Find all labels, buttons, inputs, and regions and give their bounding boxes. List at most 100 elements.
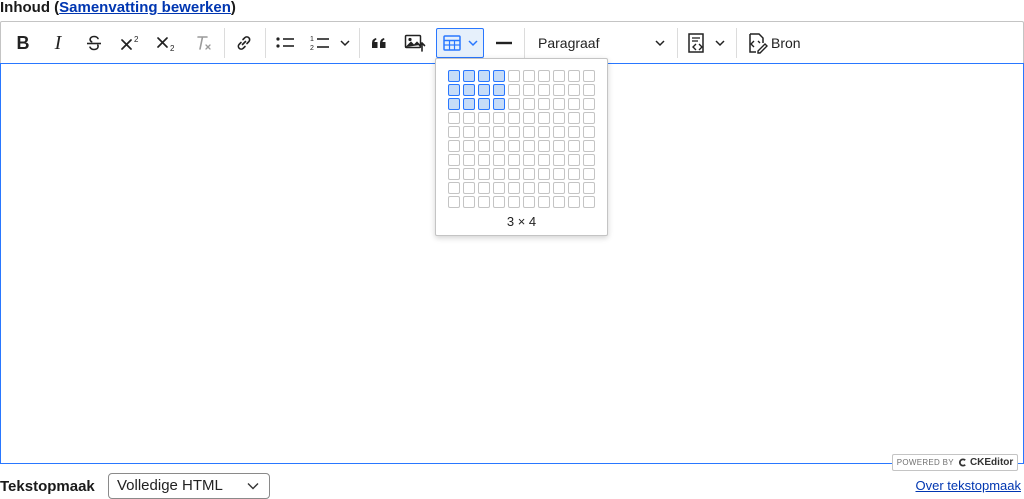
table-grid-cell[interactable] xyxy=(583,182,595,194)
table-grid-cell[interactable] xyxy=(568,182,580,194)
table-grid-cell[interactable] xyxy=(583,168,595,180)
insert-table-button[interactable] xyxy=(436,28,484,58)
table-grid-cell[interactable] xyxy=(478,112,490,124)
table-grid-cell[interactable] xyxy=(538,112,550,124)
table-grid-cell[interactable] xyxy=(523,140,535,152)
table-grid-cell[interactable] xyxy=(568,126,580,138)
table-grid-cell[interactable] xyxy=(583,112,595,124)
table-grid-cell[interactable] xyxy=(508,182,520,194)
table-grid-cell[interactable] xyxy=(568,154,580,166)
table-grid-cell[interactable] xyxy=(568,98,580,110)
table-grid-cell[interactable] xyxy=(523,182,535,194)
table-grid-cell[interactable] xyxy=(478,182,490,194)
table-grid-cell[interactable] xyxy=(553,70,565,82)
table-grid-cell[interactable] xyxy=(538,84,550,96)
table-grid-cell[interactable] xyxy=(448,182,460,194)
link-button[interactable] xyxy=(230,28,258,58)
table-grid-cell[interactable] xyxy=(508,70,520,82)
table-grid-cell[interactable] xyxy=(538,126,550,138)
table-grid-cell[interactable] xyxy=(493,168,505,180)
table-grid-cell[interactable] xyxy=(448,70,460,82)
ckeditor-powered-by[interactable]: POWERED BY CKEditor xyxy=(892,454,1018,471)
source-button[interactable]: Bron xyxy=(743,28,805,58)
table-grid-cell[interactable] xyxy=(463,154,475,166)
table-grid-cell[interactable] xyxy=(508,84,520,96)
italic-button[interactable]: I xyxy=(44,28,72,58)
table-grid-cell[interactable] xyxy=(538,140,550,152)
table-grid-cell[interactable] xyxy=(568,140,580,152)
table-grid-cell[interactable] xyxy=(553,84,565,96)
table-grid-cell[interactable] xyxy=(448,112,460,124)
table-grid-cell[interactable] xyxy=(553,168,565,180)
table-grid-cell[interactable] xyxy=(583,154,595,166)
table-grid-cell[interactable] xyxy=(448,154,460,166)
table-grid-cell[interactable] xyxy=(478,168,490,180)
table-grid-cell[interactable] xyxy=(478,126,490,138)
table-grid-cell[interactable] xyxy=(493,98,505,110)
table-grid-cell[interactable] xyxy=(478,196,490,208)
table-grid-cell[interactable] xyxy=(568,112,580,124)
table-grid-cell[interactable] xyxy=(478,70,490,82)
table-grid-cell[interactable] xyxy=(448,98,460,110)
table-grid-cell[interactable] xyxy=(508,140,520,152)
table-grid-cell[interactable] xyxy=(463,182,475,194)
code-block-button[interactable] xyxy=(683,28,711,58)
table-grid-cell[interactable] xyxy=(538,182,550,194)
table-grid-cell[interactable] xyxy=(478,84,490,96)
table-grid-cell[interactable] xyxy=(553,154,565,166)
table-grid-cell[interactable] xyxy=(508,168,520,180)
bulleted-list-button[interactable] xyxy=(271,28,299,58)
table-grid-cell[interactable] xyxy=(538,168,550,180)
table-grid-cell[interactable] xyxy=(463,84,475,96)
table-grid-cell[interactable] xyxy=(448,196,460,208)
table-grid-cell[interactable] xyxy=(493,70,505,82)
table-grid-cell[interactable] xyxy=(448,126,460,138)
table-grid-cell[interactable] xyxy=(448,84,460,96)
table-grid-cell[interactable] xyxy=(538,98,550,110)
table-grid-cell[interactable] xyxy=(523,98,535,110)
table-grid-cell[interactable] xyxy=(538,196,550,208)
table-grid-cell[interactable] xyxy=(523,70,535,82)
table-grid-cell[interactable] xyxy=(553,196,565,208)
table-size-grid[interactable] xyxy=(448,70,595,208)
table-grid-cell[interactable] xyxy=(508,112,520,124)
table-grid-cell[interactable] xyxy=(568,196,580,208)
table-grid-cell[interactable] xyxy=(478,98,490,110)
table-grid-cell[interactable] xyxy=(523,168,535,180)
table-grid-cell[interactable] xyxy=(583,70,595,82)
table-grid-cell[interactable] xyxy=(493,126,505,138)
table-grid-cell[interactable] xyxy=(523,84,535,96)
table-grid-cell[interactable] xyxy=(553,126,565,138)
table-grid-cell[interactable] xyxy=(463,196,475,208)
table-grid-cell[interactable] xyxy=(583,126,595,138)
block-quote-button[interactable] xyxy=(365,28,393,58)
table-grid-cell[interactable] xyxy=(553,140,565,152)
table-grid-cell[interactable] xyxy=(523,196,535,208)
strikethrough-button[interactable] xyxy=(80,28,108,58)
code-block-dropdown[interactable] xyxy=(712,28,728,58)
text-format-select[interactable]: Volledige HTML xyxy=(108,473,270,499)
table-grid-cell[interactable] xyxy=(448,140,460,152)
numbered-list-dropdown[interactable] xyxy=(337,28,353,58)
table-grid-cell[interactable] xyxy=(463,140,475,152)
table-grid-cell[interactable] xyxy=(553,112,565,124)
table-grid-cell[interactable] xyxy=(568,168,580,180)
table-grid-cell[interactable] xyxy=(463,168,475,180)
superscript-button[interactable]: 2 xyxy=(116,28,146,58)
table-grid-cell[interactable] xyxy=(538,70,550,82)
table-grid-cell[interactable] xyxy=(538,154,550,166)
table-grid-cell[interactable] xyxy=(463,126,475,138)
table-grid-cell[interactable] xyxy=(478,140,490,152)
table-grid-cell[interactable] xyxy=(508,98,520,110)
image-upload-button[interactable] xyxy=(400,28,430,58)
table-grid-cell[interactable] xyxy=(583,84,595,96)
table-grid-cell[interactable] xyxy=(493,182,505,194)
table-grid-cell[interactable] xyxy=(523,112,535,124)
table-grid-cell[interactable] xyxy=(493,154,505,166)
table-grid-cell[interactable] xyxy=(523,154,535,166)
table-grid-cell[interactable] xyxy=(463,98,475,110)
table-grid-cell[interactable] xyxy=(553,98,565,110)
table-grid-cell[interactable] xyxy=(478,154,490,166)
horizontal-line-button[interactable] xyxy=(490,28,518,58)
table-grid-cell[interactable] xyxy=(493,112,505,124)
